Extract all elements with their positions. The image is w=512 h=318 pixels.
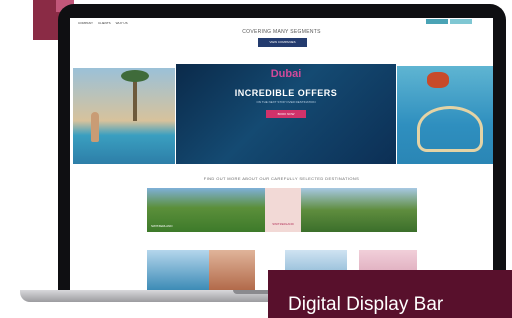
laptop-screen: COMPANY CLIENTS WHY US COVERING MANY SEG… (70, 18, 493, 290)
destination-card-building[interactable] (209, 250, 255, 290)
label-box: Digital Display Bar (268, 270, 512, 318)
destination-card-lake[interactable] (147, 250, 209, 290)
view-companies-button[interactable]: VIEW COMPANIES (258, 38, 307, 47)
hero-subline: ON THE NEXT STOP OVER DESTINATION (256, 100, 316, 104)
label-text: Digital Display Bar (288, 294, 444, 315)
section-heading-covering: COVERING MANY SEGMENTS (242, 29, 321, 35)
destination-card-village[interactable] (301, 188, 417, 232)
nav-link-company[interactable]: COMPANY (78, 21, 93, 25)
hero-headline: INCREDIBLE OFFERS (234, 88, 338, 98)
destination-pink-label: SWITZERLAND (272, 222, 294, 226)
skydiver-figure (427, 72, 449, 88)
palm-leaves (121, 70, 149, 82)
nav-button-primary[interactable] (426, 19, 448, 24)
destination-card-alps[interactable]: SWITZERLAND (147, 188, 265, 232)
hero-image-palm-island[interactable] (397, 66, 493, 164)
nav-link-why-us[interactable]: WHY US (116, 21, 128, 25)
hero-banner-dubai[interactable]: Dubai INCREDIBLE OFFERS ON THE NEXT STOP… (176, 64, 396, 164)
dubai-logo: Dubai (270, 68, 302, 80)
person-figure (91, 112, 99, 142)
hero-image-pool[interactable] (73, 68, 175, 164)
book-now-button[interactable]: BOOK NOW (266, 110, 306, 118)
destination-card-pink[interactable]: SWITZERLAND (265, 188, 301, 232)
destination-caption: SWITZERLAND (151, 224, 173, 228)
palm-island-shape (417, 106, 483, 152)
destinations-heading: FIND OUT MORE ABOUT OUR CAREFULLY SELECT… (203, 176, 360, 181)
nav-link-clients[interactable]: CLIENTS (98, 21, 111, 25)
top-navigation: COMPANY CLIENTS WHY US (70, 18, 493, 27)
palm-trunk (133, 76, 137, 121)
nav-button-secondary[interactable] (450, 19, 472, 24)
nav-links: COMPANY CLIENTS WHY US (78, 21, 128, 25)
destinations-row-1: SWITZERLAND SWITZERLAND (147, 188, 417, 232)
